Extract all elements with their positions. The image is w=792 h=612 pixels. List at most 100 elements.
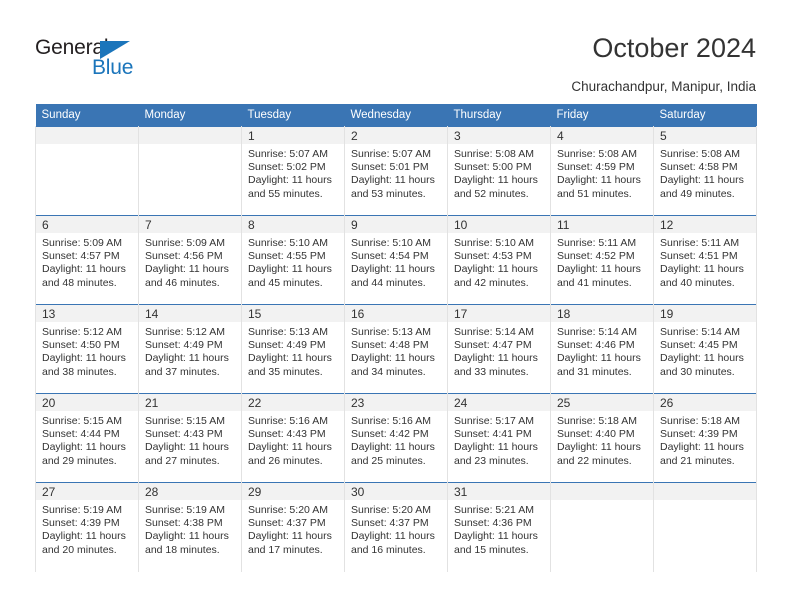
calendar-day-cell[interactable]: 29 Sunrise: 5:20 AM Sunset: 4:37 PM Dayligh…	[241, 482, 345, 572]
day-details: Sunrise: 5:07 AM Sunset: 5:02 PM Daylight:…	[242, 144, 344, 201]
day-detail-line: Sunset: 5:00 PM	[454, 161, 532, 174]
calendar-day-cell[interactable]: 18 Sunrise: 5:14 AM Sunset: 4:46 PM Dayligh…	[550, 304, 654, 394]
day-detail-line: Daylight: 11 hours	[351, 441, 435, 454]
day-number: 10	[448, 216, 550, 233]
day-number: 27	[36, 483, 138, 500]
day-detail-line: Sunset: 4:44 PM	[42, 428, 120, 441]
weekday-header-tuesday: Tuesday	[241, 104, 345, 127]
day-details: Sunrise: 5:10 AM Sunset: 4:53 PM Daylight:…	[448, 233, 550, 290]
calendar-day-cell[interactable]: 17 Sunrise: 5:14 AM Sunset: 4:47 PM Dayligh…	[447, 304, 551, 394]
day-number: 13	[36, 305, 138, 322]
day-detail-line: and 31 minutes.	[557, 365, 632, 378]
day-detail-line: Sunrise: 5:09 AM	[42, 237, 122, 249]
calendar-day-cell[interactable]: 22 Sunrise: 5:16 AM Sunset: 4:43 PM Dayligh…	[241, 393, 345, 483]
day-detail-line: Sunrise: 5:13 AM	[351, 326, 431, 338]
day-details: Sunrise: 5:19 AM Sunset: 4:39 PM Daylight:…	[36, 500, 138, 557]
day-detail-line: Sunset: 4:45 PM	[660, 339, 738, 352]
calendar-day-cell[interactable]: 31 Sunrise: 5:21 AM Sunset: 4:36 PM Dayligh…	[447, 482, 551, 572]
day-number: 26	[654, 394, 756, 411]
day-details	[654, 500, 756, 504]
day-detail-line: Daylight: 11 hours	[557, 352, 641, 365]
day-number: 16	[345, 305, 447, 322]
day-detail-line: and 21 minutes.	[660, 454, 735, 467]
calendar-day-cell[interactable]: 16 Sunrise: 5:13 AM Sunset: 4:48 PM Dayligh…	[344, 304, 448, 394]
calendar-day-cell-empty	[35, 126, 139, 216]
calendar-day-cell[interactable]: 21 Sunrise: 5:15 AM Sunset: 4:43 PM Dayligh…	[138, 393, 242, 483]
day-detail-line: Sunrise: 5:16 AM	[248, 415, 328, 427]
calendar-day-cell[interactable]: 20 Sunrise: 5:15 AM Sunset: 4:44 PM Dayligh…	[35, 393, 139, 483]
calendar-day-cell[interactable]: 10 Sunrise: 5:10 AM Sunset: 4:53 PM Dayligh…	[447, 215, 551, 305]
day-detail-line: and 26 minutes.	[248, 454, 323, 467]
calendar-day-cell[interactable]: 27 Sunrise: 5:19 AM Sunset: 4:39 PM Dayligh…	[35, 482, 139, 572]
day-detail-line: Sunrise: 5:10 AM	[454, 237, 534, 249]
day-detail-line: Daylight: 11 hours	[660, 263, 744, 276]
calendar-day-cell[interactable]: 25 Sunrise: 5:18 AM Sunset: 4:40 PM Dayligh…	[550, 393, 654, 483]
calendar-day-cell[interactable]: 26 Sunrise: 5:18 AM Sunset: 4:39 PM Dayligh…	[653, 393, 757, 483]
weekday-header-saturday: Saturday	[653, 104, 757, 127]
day-detail-line: Sunset: 5:02 PM	[248, 161, 326, 174]
calendar-day-cell[interactable]: 19 Sunrise: 5:14 AM Sunset: 4:45 PM Dayligh…	[653, 304, 757, 394]
day-detail-line: and 34 minutes.	[351, 365, 426, 378]
calendar-day-cell[interactable]: 9 Sunrise: 5:10 AM Sunset: 4:54 PM Daylight…	[344, 215, 448, 305]
day-number	[654, 483, 756, 500]
day-detail-line: Sunset: 4:39 PM	[660, 428, 738, 441]
calendar-day-cell[interactable]: 6 Sunrise: 5:09 AM Sunset: 4:57 PM Daylight…	[35, 215, 139, 305]
calendar-day-cell[interactable]: 12 Sunrise: 5:11 AM Sunset: 4:51 PM Dayligh…	[653, 215, 757, 305]
day-detail-line: Sunset: 4:48 PM	[351, 339, 429, 352]
day-detail-line: Sunset: 4:37 PM	[248, 517, 326, 530]
day-detail-line: Daylight: 11 hours	[351, 263, 435, 276]
weekday-header-sunday: Sunday	[35, 104, 139, 127]
day-number	[36, 127, 138, 144]
day-detail-line: Daylight: 11 hours	[248, 174, 332, 187]
day-detail-line: Daylight: 11 hours	[248, 352, 332, 365]
day-details: Sunrise: 5:15 AM Sunset: 4:44 PM Daylight:…	[36, 411, 138, 468]
calendar-day-cell[interactable]: 23 Sunrise: 5:16 AM Sunset: 4:42 PM Dayligh…	[344, 393, 448, 483]
day-detail-line: Sunset: 4:39 PM	[42, 517, 120, 530]
day-detail-line: Sunset: 4:57 PM	[42, 250, 120, 263]
page-header: General Blue October 2024 Churachandpur,…	[0, 0, 792, 104]
day-detail-line: Sunset: 4:51 PM	[660, 250, 738, 263]
day-details: Sunrise: 5:14 AM Sunset: 4:47 PM Daylight:…	[448, 322, 550, 379]
day-number: 8	[242, 216, 344, 233]
day-detail-line: and 30 minutes.	[660, 365, 735, 378]
calendar-day-cell[interactable]: 15 Sunrise: 5:13 AM Sunset: 4:49 PM Dayligh…	[241, 304, 345, 394]
calendar-day-cell[interactable]: 11 Sunrise: 5:11 AM Sunset: 4:52 PM Dayligh…	[550, 215, 654, 305]
calendar-day-cell[interactable]: 7 Sunrise: 5:09 AM Sunset: 4:56 PM Daylight…	[138, 215, 242, 305]
day-number: 4	[551, 127, 653, 144]
day-detail-line: Sunrise: 5:12 AM	[42, 326, 122, 338]
day-detail-line: Daylight: 11 hours	[351, 174, 435, 187]
calendar-day-cell[interactable]: 30 Sunrise: 5:20 AM Sunset: 4:37 PM Dayligh…	[344, 482, 448, 572]
day-details: Sunrise: 5:14 AM Sunset: 4:45 PM Daylight:…	[654, 322, 756, 379]
day-detail-line: and 45 minutes.	[248, 276, 323, 289]
day-number: 30	[345, 483, 447, 500]
day-details	[551, 500, 653, 504]
day-detail-line: and 42 minutes.	[454, 276, 529, 289]
calendar-day-cell[interactable]: 2 Sunrise: 5:07 AM Sunset: 5:01 PM Daylight…	[344, 126, 448, 216]
day-details: Sunrise: 5:12 AM Sunset: 4:49 PM Daylight:…	[139, 322, 241, 379]
calendar-day-cell[interactable]: 5 Sunrise: 5:08 AM Sunset: 4:58 PM Daylight…	[653, 126, 757, 216]
calendar-week-row: 1 Sunrise: 5:07 AM Sunset: 5:02 PM Daylight…	[35, 126, 757, 216]
day-number: 24	[448, 394, 550, 411]
day-details: Sunrise: 5:19 AM Sunset: 4:38 PM Daylight:…	[139, 500, 241, 557]
day-detail-line: Sunrise: 5:19 AM	[145, 504, 225, 516]
calendar-day-cell[interactable]: 24 Sunrise: 5:17 AM Sunset: 4:41 PM Dayligh…	[447, 393, 551, 483]
calendar-day-cell[interactable]: 14 Sunrise: 5:12 AM Sunset: 4:49 PM Dayligh…	[138, 304, 242, 394]
day-details	[139, 144, 241, 148]
day-detail-line: Daylight: 11 hours	[557, 263, 641, 276]
day-details: Sunrise: 5:16 AM Sunset: 4:43 PM Daylight:…	[242, 411, 344, 468]
calendar-day-cell[interactable]: 4 Sunrise: 5:08 AM Sunset: 4:59 PM Daylight…	[550, 126, 654, 216]
day-detail-line: Daylight: 11 hours	[454, 174, 538, 187]
calendar-day-cell[interactable]: 13 Sunrise: 5:12 AM Sunset: 4:50 PM Dayligh…	[35, 304, 139, 394]
day-details: Sunrise: 5:10 AM Sunset: 4:54 PM Daylight:…	[345, 233, 447, 290]
day-detail-line: Sunrise: 5:18 AM	[557, 415, 637, 427]
calendar-day-cell[interactable]: 28 Sunrise: 5:19 AM Sunset: 4:38 PM Dayligh…	[138, 482, 242, 572]
day-number: 15	[242, 305, 344, 322]
day-detail-line: Daylight: 11 hours	[145, 352, 229, 365]
day-details: Sunrise: 5:18 AM Sunset: 4:39 PM Daylight:…	[654, 411, 756, 468]
calendar-day-cell[interactable]: 1 Sunrise: 5:07 AM Sunset: 5:02 PM Daylight…	[241, 126, 345, 216]
day-detail-line: Sunrise: 5:12 AM	[145, 326, 225, 338]
calendar-day-cell[interactable]: 8 Sunrise: 5:10 AM Sunset: 4:55 PM Daylight…	[241, 215, 345, 305]
calendar-day-cell[interactable]: 3 Sunrise: 5:08 AM Sunset: 5:00 PM Daylight…	[447, 126, 551, 216]
day-details: Sunrise: 5:09 AM Sunset: 4:56 PM Daylight:…	[139, 233, 241, 290]
day-detail-line: Daylight: 11 hours	[660, 352, 744, 365]
